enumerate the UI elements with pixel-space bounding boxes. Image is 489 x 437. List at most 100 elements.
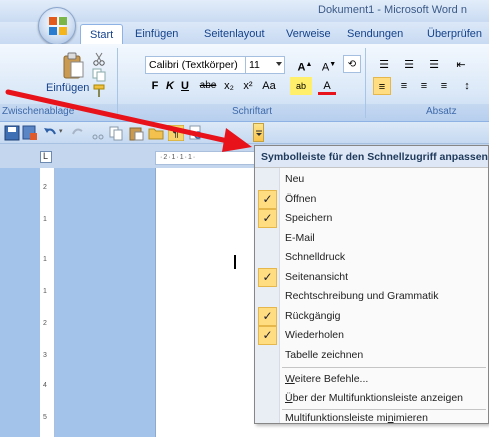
svg-text:¶: ¶ xyxy=(172,127,179,140)
menu-item-label: Wiederholen xyxy=(285,329,344,341)
bullets-icon[interactable]: ☰ xyxy=(375,56,393,74)
vruler-number: 2 xyxy=(43,184,47,191)
vruler-number: 1 xyxy=(43,288,47,295)
tab-sendungen[interactable]: Sendungen xyxy=(347,28,403,40)
checkmark-icon: ✓ xyxy=(258,209,277,228)
vruler-number: 5 xyxy=(43,414,47,421)
change-case-button[interactable]: Aa xyxy=(258,77,280,95)
group-label-font: Schriftart xyxy=(232,106,273,117)
strikethrough-button[interactable]: abe xyxy=(197,77,219,95)
group-label-paragraph: Absatz xyxy=(426,106,457,117)
font-size-select[interactable]: 11 xyxy=(245,56,285,74)
line-spacing-icon[interactable]: ↕ xyxy=(458,77,476,95)
menu-separator xyxy=(282,367,486,368)
office-logo-icon xyxy=(49,17,67,35)
menu-item-label: Multifunktionsleiste minimieren xyxy=(285,412,428,424)
italic-button[interactable]: K xyxy=(163,77,177,95)
numbering-icon[interactable]: ☰ xyxy=(400,56,418,74)
vruler-number: 3 xyxy=(43,352,47,359)
quick-access-toolbar: ▾ ¶ xyxy=(0,122,489,144)
menu-item-schnelldruck[interactable]: Schnelldruck xyxy=(255,248,488,267)
menu-item-label: Neu xyxy=(285,173,305,185)
vruler-number: 1 xyxy=(43,216,47,223)
menu-item-rückgängig[interactable]: ✓ Rückgängig xyxy=(255,306,488,326)
menu-item-neu[interactable]: Neu xyxy=(255,170,488,189)
chevron-down-icon xyxy=(276,62,282,66)
checkmark-icon: ✓ xyxy=(258,189,277,209)
align-left-icon[interactable]: ≡ xyxy=(373,77,391,95)
undo-dropdown-icon[interactable]: ▾ xyxy=(59,127,63,135)
align-right-icon[interactable]: ≡ xyxy=(415,77,433,95)
customize-dropdown-icon xyxy=(256,130,262,136)
menu-item-seitenansicht[interactable]: ✓ Seitenansicht xyxy=(255,267,488,287)
menu-item-label: E-Mail xyxy=(285,231,315,244)
tab-einfuegen[interactable]: Einfügen xyxy=(135,28,178,40)
cut-icon[interactable] xyxy=(92,52,106,66)
clear-format-button[interactable]: ⟲ xyxy=(343,55,361,73)
align-center-icon[interactable]: ≡ xyxy=(395,77,413,95)
vertical-ruler[interactable]: 2 1 1 1 2 3 4 5 xyxy=(40,168,55,437)
vruler-number: 1 xyxy=(43,256,47,263)
checkmark-icon: ✓ xyxy=(258,267,277,287)
justify-icon[interactable]: ≡ xyxy=(435,77,453,95)
redo-icon[interactable] xyxy=(70,125,86,141)
menu-item-label: Tabelle zeichnen xyxy=(285,348,364,361)
paste-icon[interactable] xyxy=(128,125,144,141)
save-as-icon[interactable] xyxy=(22,125,38,141)
vruler-number: 4 xyxy=(43,382,47,389)
paste-icon[interactable] xyxy=(62,52,84,80)
cut-icon[interactable] xyxy=(90,125,106,141)
horizontal-ruler-marks: ·2·1·1·1· xyxy=(160,154,197,161)
customize-qat-button[interactable] xyxy=(253,123,264,142)
menu-item-label: Seitenansicht xyxy=(285,270,349,283)
menu-item-wiederholen[interactable]: ✓ Wiederholen xyxy=(255,326,488,345)
group-separator xyxy=(365,48,366,118)
font-name-value: Calibri (Textkörper) xyxy=(149,59,238,71)
underline-button[interactable]: U xyxy=(178,77,192,95)
menu-item-more-commands[interactable]: Weitere Befehle... xyxy=(255,370,488,389)
save-icon[interactable] xyxy=(4,125,20,141)
undo-icon[interactable] xyxy=(42,125,58,141)
decrease-indent-icon[interactable]: ⇤ xyxy=(452,56,470,74)
menu-item-minimize-ribbon[interactable]: Multifunktionsleiste minimieren xyxy=(255,403,488,424)
bold-button[interactable]: F xyxy=(148,77,162,95)
text-cursor xyxy=(234,255,237,269)
group-label-clipboard: Zwischenablage xyxy=(2,106,75,117)
menu-item-tabelle-zeichnen[interactable]: Tabelle zeichnen xyxy=(255,346,488,365)
menu-item-label: Schnelldruck xyxy=(285,251,346,263)
paste-button[interactable]: Einfügen xyxy=(46,82,89,94)
menu-item-öffnen[interactable]: ✓ Öffnen xyxy=(255,189,488,209)
open-folder-icon[interactable] xyxy=(148,125,164,141)
subscript-button[interactable]: x₂ xyxy=(220,77,238,95)
copy-icon[interactable] xyxy=(108,125,124,141)
superscript-button[interactable]: x² xyxy=(239,77,257,95)
menu-item-label: Weitere Befehle... xyxy=(285,373,369,385)
office-button[interactable] xyxy=(38,7,76,45)
multilevel-list-icon[interactable]: ☰ xyxy=(425,56,443,74)
customize-qat-menu: Symbolleiste für den Schnellzugriff anpa… xyxy=(254,145,489,424)
checkmark-icon: ✓ xyxy=(258,306,277,326)
tab-seitenlayout[interactable]: Seitenlayout xyxy=(204,28,265,40)
font-color-icon[interactable]: A xyxy=(318,77,336,95)
menu-item-label: Rückgängig xyxy=(285,309,341,322)
tab-selector-button[interactable]: L xyxy=(40,151,52,163)
menu-item-rechtschreibung-und-grammatik[interactable]: Rechtschreibung und Grammatik xyxy=(255,287,488,306)
tab-verweise[interactable]: Verweise xyxy=(286,28,331,40)
menu-item-speichern[interactable]: ✓ Speichern xyxy=(255,209,488,228)
menu-item-e-mail[interactable]: E-Mail xyxy=(255,229,488,248)
group-separator xyxy=(117,48,118,118)
vruler-number: 2 xyxy=(43,320,47,327)
print-preview-icon[interactable] xyxy=(188,125,204,141)
tab-ueberpruefen[interactable]: Überprüfen xyxy=(427,28,482,40)
checkmark-icon: ✓ xyxy=(258,326,277,345)
shrink-font-button[interactable]: A▼ xyxy=(318,56,340,74)
show-formatting-icon[interactable]: ¶ xyxy=(168,125,184,141)
grow-font-button[interactable]: A▲ xyxy=(292,56,318,74)
menu-title: Symbolleiste für den Schnellzugriff anpa… xyxy=(255,146,488,168)
highlight-icon[interactable]: ab xyxy=(290,77,312,95)
tab-start[interactable]: Start xyxy=(80,24,124,45)
menu-item-label: Rechtschreibung und Grammatik xyxy=(285,290,439,302)
ribbon: Einfügen Zwischenablage Calibri (Textkör… xyxy=(0,44,489,122)
copy-icon[interactable] xyxy=(92,68,106,82)
format-painter-icon[interactable] xyxy=(92,84,106,98)
